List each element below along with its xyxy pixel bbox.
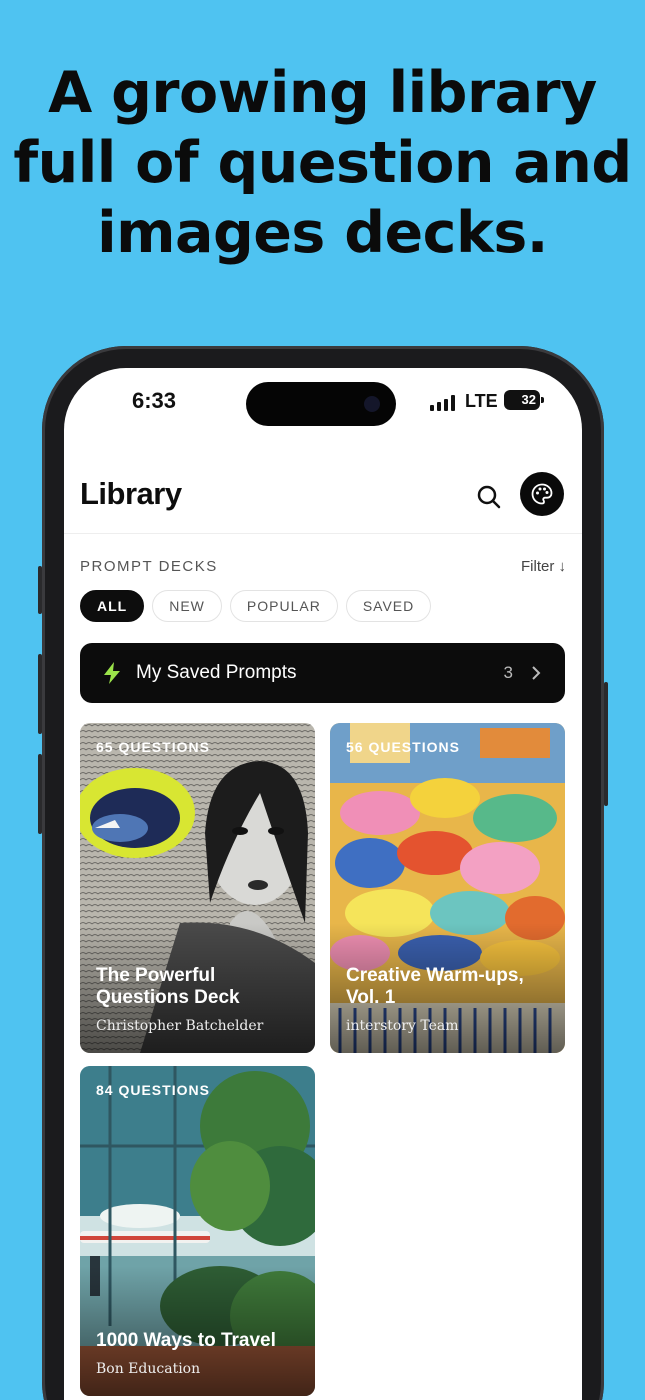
deck-title: The Powerful Questions Deck xyxy=(96,965,240,1009)
filter-button[interactable]: Filter ↓ xyxy=(521,558,566,575)
deck-card-creative-warmups[interactable]: 56 QUESTIONS Creative Warm-ups, Vol. 1 i… xyxy=(330,723,565,1053)
power-button xyxy=(604,682,608,806)
deck-title-line-1: 1000 Ways to Travel xyxy=(96,1330,276,1351)
palette-icon xyxy=(531,483,553,505)
deck-title: Creative Warm-ups, Vol. 1 xyxy=(346,965,524,1009)
status-time: 6:33 xyxy=(132,388,177,413)
deck-author: Christopher Batchelder xyxy=(96,1018,264,1034)
volume-up-button xyxy=(38,654,42,734)
deck-author: interstory Team xyxy=(346,1018,459,1034)
chip-popular[interactable]: POPULAR xyxy=(229,590,338,622)
section-header: PROMPT DECKS Filter ↓ xyxy=(80,558,566,580)
deck-card-powerful-questions[interactable]: 65 QUESTIONS The Powerful Questions Deck… xyxy=(80,723,315,1053)
signal-icon xyxy=(430,395,456,411)
chip-all[interactable]: ALL xyxy=(80,590,145,622)
battery-icon: 32 xyxy=(504,390,544,410)
phone-screen: 6:33 LTE 32 Library PROMPT DECKS Filter … xyxy=(64,368,582,1400)
camera-icon xyxy=(364,396,380,412)
battery-level: 32 xyxy=(521,392,536,407)
volume-down-button xyxy=(38,754,42,834)
search-icon xyxy=(477,485,501,509)
deck-title-line-2: Vol. 1 xyxy=(346,987,396,1008)
chip-saved[interactable]: SAVED xyxy=(345,590,432,622)
network-type: LTE xyxy=(465,391,498,411)
headline-line-2: full of question and xyxy=(13,130,632,196)
search-button[interactable] xyxy=(474,482,504,512)
marketing-headline: A growing library full of question and i… xyxy=(0,58,645,268)
status-bar: 6:33 LTE 32 xyxy=(64,368,582,442)
deck-question-count: 65 QUESTIONS xyxy=(96,739,210,755)
headline-line-3: images decks. xyxy=(97,200,548,266)
deck-card-ways-to-travel[interactable]: 84 QUESTIONS 1000 Ways to Travel Bon Edu… xyxy=(80,1066,315,1396)
section-label: PROMPT DECKS xyxy=(80,558,218,575)
deck-title-line-1: Creative Warm-ups, xyxy=(346,965,524,986)
deck-title-line-1: The Powerful xyxy=(96,965,216,986)
app-header: Library xyxy=(64,464,582,534)
deck-author: Bon Education xyxy=(96,1361,201,1377)
category-chips: ALL NEW POPULAR SAVED xyxy=(80,590,432,624)
action-button xyxy=(38,566,42,614)
page-title: Library xyxy=(80,476,182,511)
dynamic-island xyxy=(246,382,396,426)
phone-frame: 6:33 LTE 32 Library PROMPT DECKS Filter … xyxy=(38,346,608,1400)
lightning-icon xyxy=(104,662,120,684)
deck-title-line-2: Questions Deck xyxy=(96,987,240,1008)
saved-prompts-count: 3 xyxy=(503,663,513,682)
deck-title: 1000 Ways to Travel xyxy=(96,1330,276,1352)
headline-line-1: A growing library xyxy=(48,60,597,126)
saved-prompts-button[interactable]: My Saved Prompts 3 xyxy=(80,643,565,703)
chip-new[interactable]: NEW xyxy=(152,590,222,622)
deck-question-count: 56 QUESTIONS xyxy=(346,739,460,755)
saved-prompts-label: My Saved Prompts xyxy=(136,662,297,683)
theme-button[interactable] xyxy=(520,472,564,516)
chevron-right-icon xyxy=(532,666,541,680)
deck-question-count: 84 QUESTIONS xyxy=(96,1082,210,1098)
